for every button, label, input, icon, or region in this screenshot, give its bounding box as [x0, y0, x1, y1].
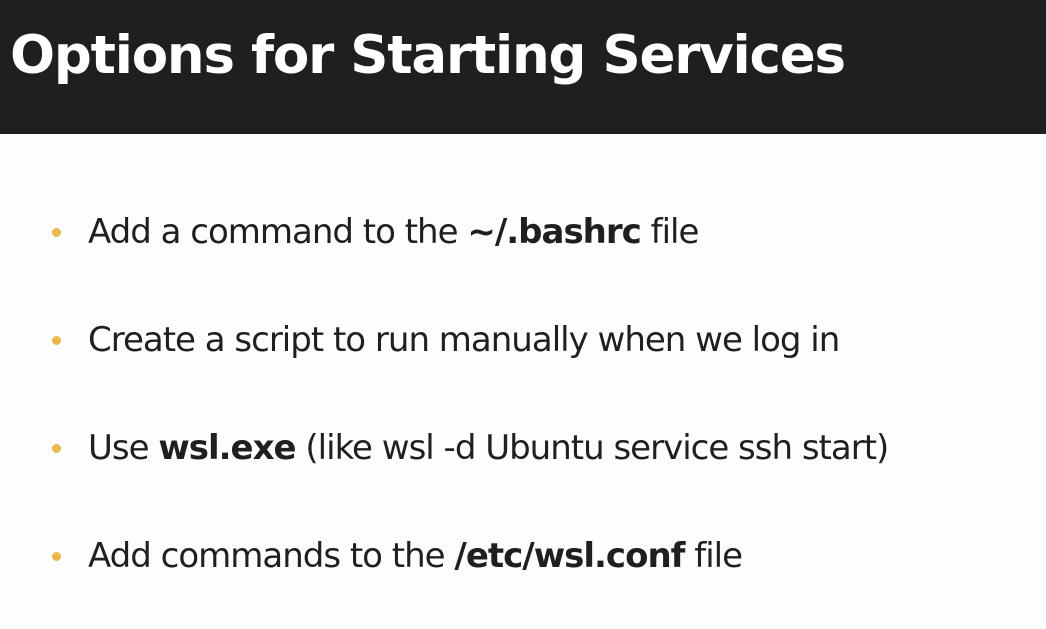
bullet-dot-icon — [52, 227, 61, 237]
bullet-dot-icon — [52, 551, 61, 561]
bullet-text-bold: wsl.exe — [158, 428, 296, 468]
bullet-text: Add a command to the ~/.bashrc file — [88, 202, 700, 262]
bullet-text-plain: Use — [88, 428, 159, 468]
bullet-text-bold: ~/.bashrc — [467, 212, 641, 252]
bullet-item: Use wsl.exe (like wsl -d Ubuntu service … — [52, 418, 889, 478]
bullet-text: Create a script to run manually when we … — [88, 310, 840, 370]
title-bar: Options for Starting Services — [0, 0, 1046, 134]
bullet-text-plain: Add a command to the — [88, 212, 468, 252]
bullet-dot-icon — [52, 443, 61, 453]
bullet-dot-icon — [52, 335, 61, 345]
bullet-text-plain: Add commands to the — [88, 536, 455, 576]
bullet-item: Add commands to the /etc/wsl.conf file — [52, 526, 743, 586]
bullet-text-plain: file — [640, 212, 700, 252]
bullet-text: Use wsl.exe (like wsl -d Ubuntu service … — [88, 418, 889, 478]
bullet-item: Add a command to the ~/.bashrc file — [52, 202, 700, 262]
bullet-text-plain: Create a script to run manually when we … — [88, 320, 840, 360]
bullet-text-plain: (like wsl -d Ubuntu service ssh start) — [295, 428, 889, 468]
slide: Options for Starting Services Add a comm… — [0, 0, 1046, 629]
bullet-text-plain: file — [684, 536, 743, 576]
bullet-text: Add commands to the /etc/wsl.conf file — [88, 526, 743, 586]
bullet-text-bold: /etc/wsl.conf — [454, 536, 685, 576]
bullet-item: Create a script to run manually when we … — [52, 310, 840, 370]
slide-title: Options for Starting Services — [10, 25, 846, 86]
